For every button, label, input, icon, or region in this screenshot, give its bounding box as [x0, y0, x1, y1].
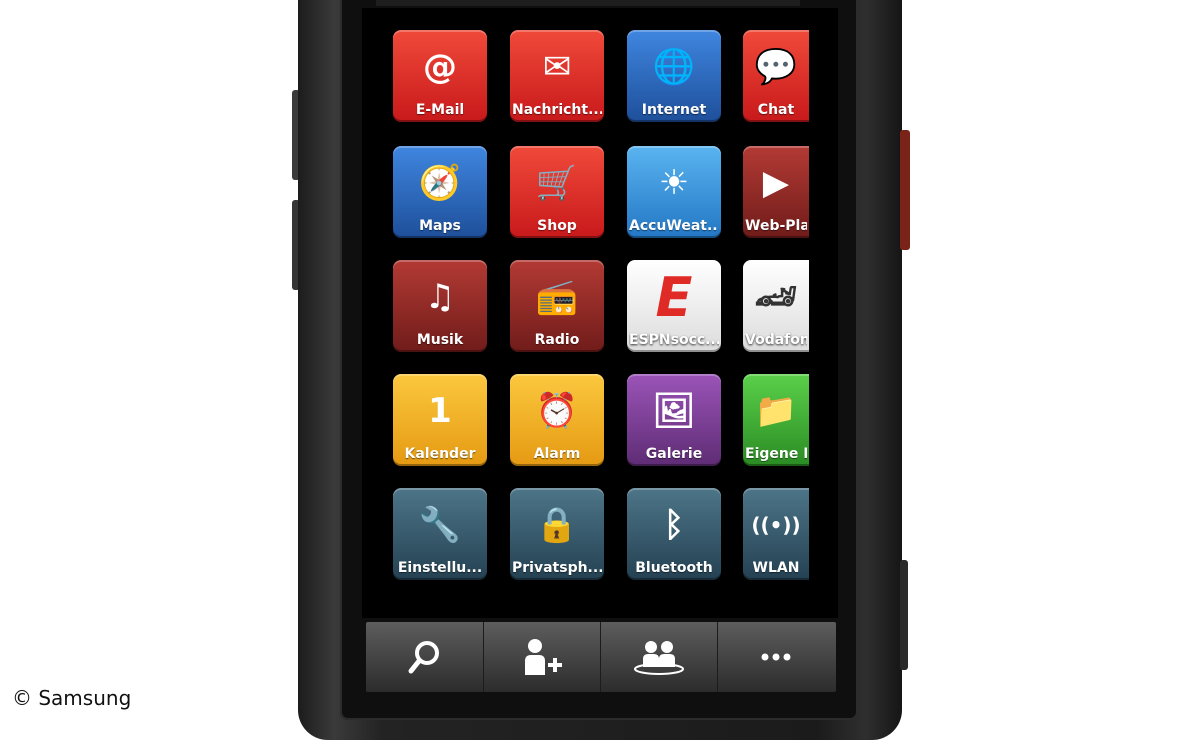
alarm-clock-icon: ⏰ [535, 391, 579, 431]
calendar-icon: 1 [428, 391, 452, 431]
app-label: Internet [641, 102, 707, 118]
app-tile-bluetooth[interactable]: ᛒ Bluetooth [627, 488, 721, 580]
app-tile-wlan[interactable]: ((•)) WLAN [743, 488, 809, 580]
radio-icon: 📻 [535, 277, 579, 317]
copyright-watermark: © Samsung [12, 686, 132, 710]
app-tile-alarm[interactable]: ⏰ Alarm [510, 374, 604, 466]
envelope-icon: ✉ [542, 47, 572, 87]
folder-icon: 📁 [754, 391, 798, 431]
espn-logo-icon: E [655, 265, 693, 329]
app-label: Kalender [404, 446, 476, 462]
app-label: Vodafone [745, 332, 807, 348]
globe-icon: 🌐 [652, 47, 696, 87]
search-icon [408, 641, 439, 674]
contacts-group-button[interactable] [600, 622, 718, 692]
app-label: WLAN [752, 560, 800, 576]
dock [366, 622, 836, 692]
sun-icon: ☀ [658, 163, 690, 203]
app-tile-web-pla[interactable]: ▶ Web-Pla... [743, 146, 809, 238]
app-tile-nachricht[interactable]: ✉ Nachricht... [510, 30, 604, 122]
wifi-icon: ((•)) [751, 513, 801, 537]
app-tile-eigene-d[interactable]: 📁 Eigene D... [743, 374, 809, 466]
app-tile-galerie[interactable]: 🖼 Galerie [627, 374, 721, 466]
music-note-icon: ♫ [424, 277, 456, 317]
speech-bubble-icon: 💬 [754, 47, 798, 87]
side-key [900, 560, 908, 670]
search-button[interactable] [366, 622, 484, 692]
app-tile-einstellu[interactable]: 🔧 Einstellu... [393, 488, 487, 580]
compass-icon: 🧭 [418, 163, 462, 203]
camera-key [900, 130, 910, 250]
app-label: Eigene D... [745, 446, 807, 462]
app-label: Alarm [533, 446, 581, 462]
bluetooth-icon: ᛒ [663, 505, 685, 545]
app-label: Bluetooth [635, 560, 713, 576]
app-label: Maps [419, 218, 461, 234]
app-label: AccuWeat... [629, 218, 719, 234]
add-contact-icon [524, 639, 562, 675]
app-tile-vodafone[interactable]: 🏎 Vodafone [743, 260, 809, 352]
app-tile-radio[interactable]: 📻 Radio [510, 260, 604, 352]
play-icon: ▶ [762, 163, 790, 203]
more-button[interactable] [717, 622, 834, 692]
app-tile-chat[interactable]: 💬 Chat [743, 30, 809, 122]
app-label: Privatsph... [512, 560, 602, 576]
app-label: Musik [416, 332, 464, 348]
app-tile-maps[interactable]: 🧭 Maps [393, 146, 487, 238]
app-label: Nachricht... [512, 102, 602, 118]
app-tile-accuweat[interactable]: ☀ AccuWeat... [627, 146, 721, 238]
app-tile-privatsph[interactable]: 🔒 Privatsph... [510, 488, 604, 580]
race-car-icon: 🏎 [754, 277, 798, 317]
app-tile-internet[interactable]: 🌐 Internet [627, 30, 721, 122]
app-tile-e-mail[interactable]: @ E-Mail [393, 30, 487, 122]
app-label: E-Mail [415, 102, 465, 118]
tools-icon: 🔧 [418, 505, 462, 545]
contacts-group-icon [633, 641, 684, 675]
app-label: Radio [534, 332, 580, 348]
at-icon: @ [423, 47, 457, 87]
status-bar [376, 0, 800, 6]
lock-user-icon: 🔒 [535, 505, 579, 545]
app-tile-shop[interactable]: 🛒 Shop [510, 146, 604, 238]
shopping-cart-icon: 🛒 [535, 163, 579, 203]
app-label: Web-Pla... [745, 218, 807, 234]
app-label: ESPNsocc... [629, 332, 719, 348]
more-icon [761, 653, 790, 661]
app-tile-musik[interactable]: ♫ Musik [393, 260, 487, 352]
app-tile-espnsocc[interactable]: E ESPNsocc... [627, 260, 721, 352]
app-label: Shop [537, 218, 577, 234]
picture-icon: 🖼 [652, 391, 696, 431]
add-contact-button[interactable] [483, 622, 601, 692]
app-label: Chat [757, 102, 795, 118]
app-tile-kalender[interactable]: 1 Kalender [393, 374, 487, 466]
app-label: Galerie [645, 446, 703, 462]
app-label: Einstellu... [397, 560, 483, 576]
